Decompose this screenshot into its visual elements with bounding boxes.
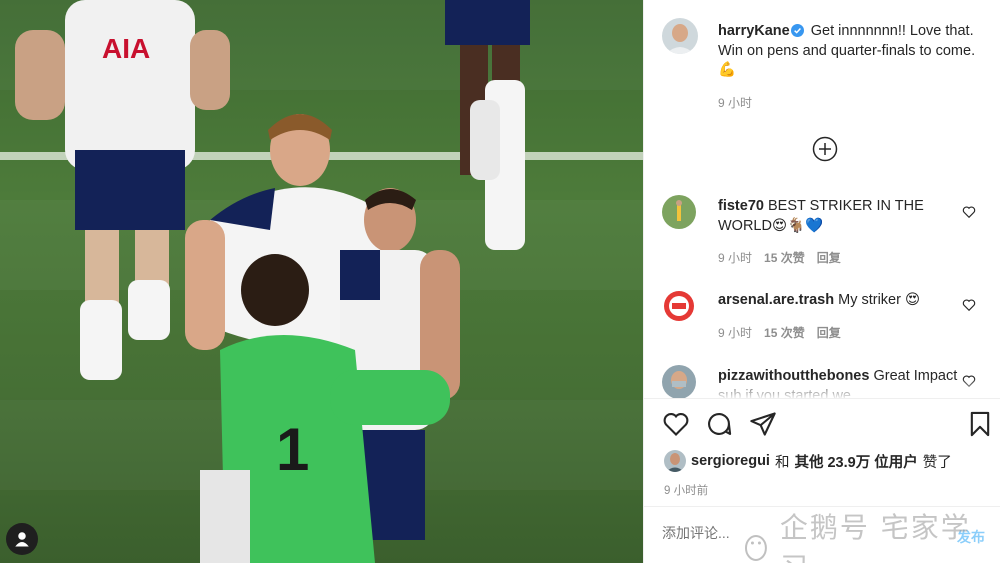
- svg-text:AIA: AIA: [102, 33, 150, 64]
- caption-time: 9 小时: [718, 96, 753, 110]
- comment-username[interactable]: fiste70: [718, 198, 764, 214]
- verified-badge-icon: [790, 24, 804, 37]
- comment-item: arsenal.are.trash My striker 😍: [718, 291, 958, 311]
- comment-bubble-icon: [708, 413, 732, 435]
- celebrating-players: 1: [185, 114, 460, 563]
- save-button[interactable]: [966, 410, 994, 438]
- comment-username[interactable]: arsenal.are.trash: [718, 292, 834, 308]
- post-photo[interactable]: AIA 1: [0, 0, 643, 563]
- likes-suffix: 赞了: [922, 454, 952, 471]
- comment-time: 9 小时: [718, 326, 753, 340]
- reply-button[interactable]: 回复: [817, 324, 841, 341]
- like-comment-button[interactable]: [962, 298, 976, 312]
- user-icon: [15, 532, 29, 547]
- plus-circle-icon: [812, 136, 838, 162]
- likes-and: 和: [774, 454, 790, 471]
- heart-icon: [962, 206, 976, 219]
- watermark: 企鹅号 宅家学习: [740, 506, 1000, 563]
- share-button[interactable]: [749, 410, 777, 438]
- comment-button[interactable]: [705, 410, 733, 438]
- liker-username[interactable]: sergioregui: [691, 453, 770, 469]
- penguin-logo-icon: [744, 535, 767, 561]
- post-panel: harryKane Get innnnnnn!! Love that. Win …: [643, 0, 1000, 563]
- commenter-avatar[interactable]: [662, 289, 696, 323]
- comment-meta: 9 小时 15 次赞 回复: [718, 324, 841, 341]
- divider: [644, 398, 1000, 399]
- watermark-text: 企鹅号 宅家学习: [779, 511, 971, 563]
- likes-summary: sergioregui 和 其他 23.9万 位用户 赞了: [664, 450, 952, 472]
- tagged-users-button[interactable]: [6, 523, 38, 555]
- like-button[interactable]: [662, 410, 690, 438]
- paper-plane-icon: [750, 412, 776, 436]
- comment-time: 9 小时: [718, 251, 753, 265]
- liker-avatar[interactable]: [664, 450, 686, 472]
- comment-likes[interactable]: 15 次赞: [764, 249, 805, 266]
- post-time[interactable]: 9 小时前: [664, 482, 708, 498]
- like-comment-button[interactable]: [962, 205, 976, 219]
- bookmark-icon: [970, 411, 990, 437]
- author-avatar[interactable]: [662, 18, 698, 54]
- comments-fade: [714, 378, 994, 400]
- svg-text:1: 1: [276, 416, 309, 483]
- author-username[interactable]: harryKane: [718, 23, 790, 39]
- heart-icon: [962, 299, 976, 312]
- post-caption: harryKane Get innnnnnn!! Love that. Win …: [718, 22, 988, 81]
- comment-text: My striker 😍: [838, 292, 921, 308]
- likes-others[interactable]: 其他 23.9万 位用户: [794, 451, 917, 472]
- commenter-avatar[interactable]: [662, 195, 696, 229]
- commenter-avatar[interactable]: [662, 365, 696, 399]
- comment-likes[interactable]: 15 次赞: [764, 324, 805, 341]
- comment-meta: 9 小时 15 次赞 回复: [718, 249, 841, 266]
- reply-button[interactable]: 回复: [817, 249, 841, 266]
- load-more-comments-button[interactable]: [812, 136, 838, 162]
- comment-item: fiste70 BEST STRIKER IN THE WORLD😍🐐💙: [718, 197, 958, 236]
- heart-icon: [663, 413, 689, 436]
